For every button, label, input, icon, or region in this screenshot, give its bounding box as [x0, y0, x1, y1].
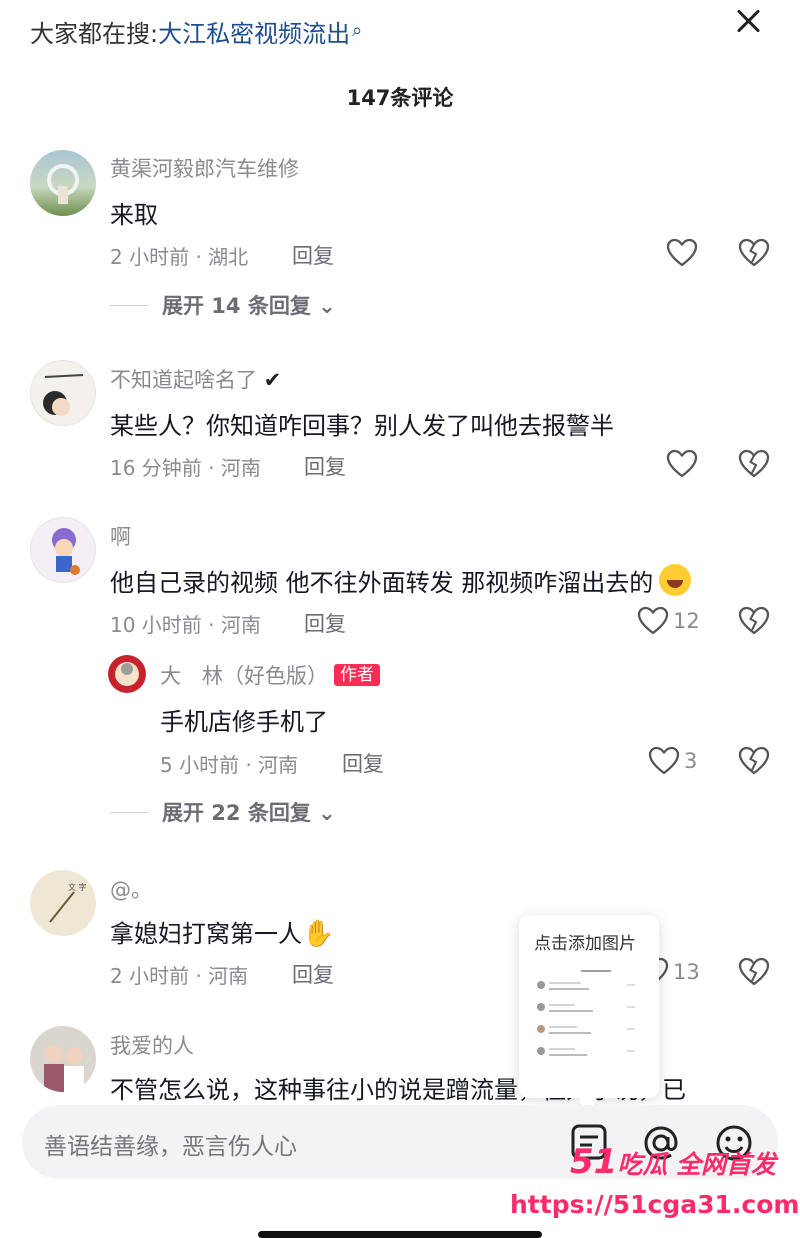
hot-search-bar[interactable]: 大家都在搜:大江私密视频流出 ⌕: [30, 14, 362, 49]
reply-button[interactable]: 回复: [304, 608, 346, 638]
author-badge: 作者: [334, 664, 380, 686]
comment-text: 某些人？你知道咋回事？别人发了叫他去报警半: [110, 412, 614, 440]
avatar[interactable]: [30, 1026, 96, 1092]
expand-replies-label: 展开 14 条回复: [162, 294, 311, 318]
divider: [110, 305, 148, 306]
comment-meta: 16 分钟前 · 河南: [110, 456, 261, 480]
dislike-broken-heart-icon[interactable]: [738, 957, 770, 987]
watermark-logo: 51吃瓜 全网首发: [570, 1142, 776, 1182]
comment-username-text: 不知道起啥名了: [110, 368, 257, 392]
comment-text-content: 拿媳妇打窝第一人: [110, 920, 302, 948]
popup-title: 点击添加图片: [534, 934, 636, 954]
comment-meta: 2 小时前 · 湖北: [110, 245, 249, 269]
comment-text: 拿媳妇打窝第一人✋: [110, 914, 334, 949]
dislike-broken-heart-icon[interactable]: [738, 449, 770, 479]
dislike-broken-heart-icon[interactable]: [738, 606, 770, 636]
reply-meta: 5 小时前 · 河南: [160, 753, 299, 777]
dislike-broken-heart-icon[interactable]: [738, 238, 770, 268]
avatar-image: [47, 164, 79, 204]
avatar[interactable]: [30, 517, 96, 583]
avatar-image: [115, 662, 139, 686]
avatar[interactable]: [108, 655, 146, 693]
comment-text: 来取: [110, 201, 158, 229]
watermark-number: 51: [570, 1142, 618, 1182]
comment-username[interactable]: @。: [110, 874, 152, 904]
comment-count: 147条评论: [346, 86, 454, 110]
avatar-image: [44, 1045, 84, 1092]
watermark-slogan: 吃瓜 全网首发: [617, 1150, 777, 1179]
home-indicator[interactable]: [258, 1231, 542, 1238]
reply-button[interactable]: 回复: [342, 748, 384, 778]
screenshot-thumbnail[interactable]: [531, 963, 647, 1091]
avatar[interactable]: [30, 150, 96, 216]
comment-text-content: 他自己录的视频 他不往外面转发 那视频咋溜出去的: [110, 569, 654, 597]
avatar-image: 文 字: [49, 882, 87, 923]
comment-meta: 10 小时前 · 河南: [110, 613, 261, 637]
comment-username[interactable]: 啊: [110, 521, 131, 551]
like-count: 12: [673, 609, 700, 633]
reply-text: 手机店修手机了: [160, 708, 328, 736]
hot-search-prefix: 大家都在搜:: [30, 20, 159, 48]
comment-username[interactable]: 不知道起啥名了 ✔: [110, 364, 281, 394]
watermark-url: https://51cga31.com: [510, 1190, 800, 1219]
comment-input-placeholder: 善语结善缘，恶言伤人心: [44, 1134, 297, 1160]
avatar[interactable]: 文 字: [30, 870, 96, 936]
add-image-popup[interactable]: 点击添加图片: [519, 915, 659, 1098]
laughing-emoji-icon: [659, 564, 692, 596]
dislike-broken-heart-icon[interactable]: [738, 746, 770, 776]
reply-username-text: 大 林（好色版）: [160, 664, 328, 688]
comment-username[interactable]: 黄渠河毅郎汽车维修: [110, 153, 299, 183]
svg-text:文 字: 文 字: [68, 882, 87, 892]
expand-replies-button[interactable]: 展开 22 条回复 ⌄: [110, 797, 336, 827]
like-heart-icon[interactable]: [666, 449, 698, 479]
like-heart-icon[interactable]: [666, 238, 698, 268]
like-count: 3: [684, 749, 698, 773]
avatar-image: [52, 528, 80, 575]
avatar-image: [43, 374, 84, 416]
comment-meta: 2 小时前 · 河南: [110, 964, 249, 988]
expand-replies-button[interactable]: 展开 14 条回复 ⌄: [110, 290, 336, 320]
comment-username[interactable]: 我爱的人: [110, 1030, 194, 1060]
close-icon[interactable]: [734, 6, 762, 34]
chevron-down-icon: ⌄: [310, 801, 336, 825]
thumbs-up-emoji-icon: ✋: [302, 919, 335, 949]
hot-search-keyword[interactable]: 大江私密视频流出: [158, 20, 350, 48]
like-heart-icon[interactable]: [637, 606, 669, 636]
search-icon: ⌕: [352, 20, 363, 41]
like-heart-icon[interactable]: [648, 746, 680, 776]
reply-button[interactable]: 回复: [292, 240, 334, 270]
chevron-down-icon: ⌄: [310, 294, 336, 318]
reply-button[interactable]: 回复: [292, 959, 334, 989]
like-count: 13: [673, 960, 700, 984]
reply-button[interactable]: 回复: [304, 451, 346, 481]
divider: [110, 812, 148, 813]
expand-replies-label: 展开 22 条回复: [162, 801, 311, 825]
avatar[interactable]: [30, 360, 96, 426]
check-mark-icon: ✔: [263, 368, 282, 392]
reply-username[interactable]: 大 林（好色版） 作者: [160, 660, 380, 690]
comment-text: 他自己录的视频 他不往外面转发 那视频咋溜出去的: [110, 563, 692, 598]
